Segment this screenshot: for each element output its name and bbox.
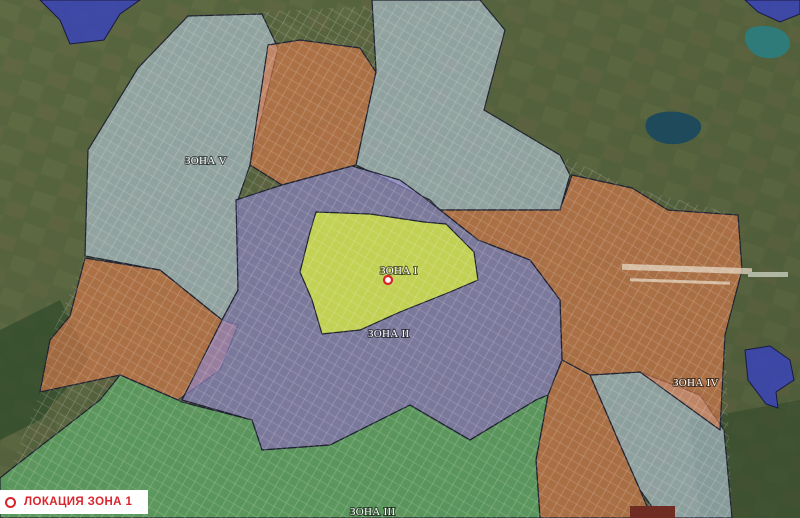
zone-5-label: ЗОНА V xyxy=(185,155,227,167)
map-legend: ЛОКАЦИЯ ЗОНА 1 xyxy=(0,490,148,514)
zone-4-label: ЗОНА IV xyxy=(673,377,719,389)
location-dot-icon xyxy=(382,274,394,286)
zone-3-label: ЗОНА III xyxy=(350,506,396,518)
zone-1-label: ЗОНА I xyxy=(380,265,418,277)
map-corner-tab xyxy=(630,506,675,518)
legend-label: ЛОКАЦИЯ ЗОНА 1 xyxy=(24,496,133,508)
location-marker[interactable] xyxy=(382,274,394,286)
location-dot-icon xyxy=(5,496,16,508)
zone-map[interactable]: ЗОНА V ЗОНА I ЗОНА II ЗОНА IV ЗОНА III Л… xyxy=(0,0,800,518)
zone-2-label: ЗОНА II xyxy=(368,328,410,340)
